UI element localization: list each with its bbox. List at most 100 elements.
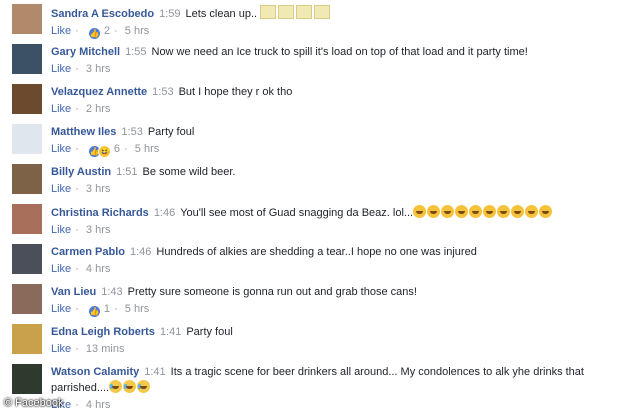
avatar[interactable] bbox=[12, 44, 42, 74]
comment-time[interactable]: 1:53 bbox=[121, 126, 142, 138]
avatar[interactable] bbox=[12, 84, 42, 114]
comment-time[interactable]: 1:53 bbox=[152, 86, 173, 98]
comment-item: Velazquez Annette 1:53 But I hope they r o… bbox=[0, 80, 620, 120]
comment-age: 3 hrs bbox=[85, 224, 111, 236]
like-link[interactable]: Like bbox=[51, 143, 71, 155]
avatar-image bbox=[12, 324, 42, 354]
comment-list: Sandra A Escobedo 1:59 Lets clean up.. Lik… bbox=[0, 0, 620, 415]
watermark: © Facebook bbox=[4, 397, 64, 409]
comment-time[interactable]: 1:59 bbox=[159, 8, 180, 20]
comment-time[interactable]: 1:41 bbox=[160, 326, 181, 338]
like-link[interactable]: Like bbox=[51, 224, 71, 236]
comment-body: Matthew Iles 1:53 Party foul Like · 👍😆 6 · 5 … bbox=[51, 125, 610, 158]
comment-body: Edna Leigh Roberts 1:41 Party foul Like · 1… bbox=[51, 325, 610, 356]
reaction-count: 1 bbox=[103, 303, 111, 315]
comment-meta: Like · 4 hrs bbox=[51, 263, 111, 275]
comment-body: Watson Calamity 1:41 Its a tragic scene fo… bbox=[51, 365, 610, 412]
laughing-emoji-icon bbox=[413, 205, 553, 219]
comment-time[interactable]: 1:55 bbox=[125, 46, 146, 58]
commenter-name[interactable]: Sandra A Escobedo bbox=[51, 8, 154, 20]
crying-emoji-icon bbox=[109, 380, 151, 394]
avatar-image bbox=[12, 204, 42, 234]
comment-item: Watson Calamity 1:41 Its a tragic scene fo… bbox=[0, 360, 620, 415]
comment-body: Christina Richards 1:46 You'll see most of… bbox=[51, 205, 610, 237]
comment-meta: Like · 2 hrs bbox=[51, 103, 111, 115]
comment-meta: Like · 13 mins bbox=[51, 343, 125, 355]
comment-time[interactable]: 1:51 bbox=[116, 166, 137, 178]
comment-meta: Like · 3 hrs bbox=[51, 224, 111, 236]
comment-meta: Like · 4 hrs bbox=[51, 399, 111, 411]
comment-item: Sandra A Escobedo 1:59 Lets clean up.. Lik… bbox=[0, 0, 620, 40]
avatar[interactable] bbox=[12, 124, 42, 154]
comment-text: Pretty sure someone is gonna run out and… bbox=[127, 286, 417, 298]
avatar-image bbox=[12, 164, 42, 194]
avatar[interactable] bbox=[12, 164, 42, 194]
like-link[interactable]: Like bbox=[51, 263, 71, 275]
avatar-image bbox=[12, 124, 42, 154]
comment-item: Billy Austin 1:51 Be some wild beer. Like ·… bbox=[0, 160, 620, 200]
comment-time[interactable]: 1:43 bbox=[101, 286, 122, 298]
commenter-name[interactable]: Carmen Pablo bbox=[51, 246, 125, 258]
comment-text: Lets clean up.. bbox=[185, 8, 258, 20]
avatar[interactable] bbox=[12, 4, 42, 34]
commenter-name[interactable]: Christina Richards bbox=[51, 207, 149, 219]
comment-item: Edna Leigh Roberts 1:41 Party foul Like · 1… bbox=[0, 320, 620, 360]
comment-time[interactable]: 1:46 bbox=[130, 246, 151, 258]
comment-text: You'll see most of Guad snagging da Beaz… bbox=[180, 207, 414, 219]
reaction-summary[interactable]: 👍 bbox=[87, 304, 101, 318]
comment-body: Van Lieu 1:43 Pretty sure someone is gonna… bbox=[51, 285, 610, 318]
commenter-name[interactable]: Gary Mitchell bbox=[51, 46, 120, 58]
comment-body: Billy Austin 1:51 Be some wild beer. Like ·… bbox=[51, 165, 610, 196]
avatar[interactable] bbox=[12, 364, 42, 394]
reaction-count: 2 bbox=[103, 25, 111, 37]
like-link[interactable]: Like bbox=[51, 303, 71, 315]
commenter-name[interactable]: Velazquez Annette bbox=[51, 86, 147, 98]
reaction-count: 6 bbox=[113, 143, 121, 155]
comment-item: Van Lieu 1:43 Pretty sure someone is gonna… bbox=[0, 280, 620, 320]
comment-text: Now we need an Ice truck to spill it's l… bbox=[151, 46, 528, 58]
avatar[interactable] bbox=[12, 284, 42, 314]
commenter-name[interactable]: Van Lieu bbox=[51, 286, 96, 298]
avatar[interactable] bbox=[12, 244, 42, 274]
like-reaction-icon: 👍 bbox=[87, 305, 101, 318]
avatar-image bbox=[12, 284, 42, 314]
comment-meta: Like · 👍😆 6 · 5 hrs bbox=[51, 143, 160, 158]
like-link[interactable]: Like bbox=[51, 343, 71, 355]
comment-text: But I hope they r ok tho bbox=[178, 86, 293, 98]
comment-body: Velazquez Annette 1:53 But I hope they r o… bbox=[51, 85, 610, 116]
comment-body: Sandra A Escobedo 1:59 Lets clean up.. Lik… bbox=[51, 5, 610, 40]
comment-time[interactable]: 1:46 bbox=[154, 207, 175, 219]
comment-age: 4 hrs bbox=[85, 263, 111, 275]
comment-meta: Like · 3 hrs bbox=[51, 183, 111, 195]
like-link[interactable]: Like bbox=[51, 63, 71, 75]
comment-item: Carmen Pablo 1:46 Hundreds of alkies are s… bbox=[0, 240, 620, 280]
commenter-name[interactable]: Watson Calamity bbox=[51, 366, 139, 378]
reaction-summary[interactable]: 👍😆 bbox=[87, 144, 111, 158]
comment-age: 13 mins bbox=[85, 343, 125, 355]
comment-body: Carmen Pablo 1:46 Hundreds of alkies are s… bbox=[51, 245, 610, 276]
comment-item: Matthew Iles 1:53 Party foul Like · 👍😆 6 · 5 … bbox=[0, 120, 620, 160]
commenter-name[interactable]: Billy Austin bbox=[51, 166, 111, 178]
comment-body: Gary Mitchell 1:55 Now we need an Ice truc… bbox=[51, 45, 610, 76]
comment-text: Party foul bbox=[147, 126, 195, 138]
comment-time[interactable]: 1:41 bbox=[144, 366, 165, 378]
comment-age: 3 hrs bbox=[85, 63, 111, 75]
comment-age: 4 hrs bbox=[85, 399, 111, 411]
commenter-name[interactable]: Matthew Iles bbox=[51, 126, 116, 138]
comment-item: Gary Mitchell 1:55 Now we need an Ice truc… bbox=[0, 40, 620, 80]
reaction-summary[interactable]: 👍 bbox=[87, 26, 101, 40]
comment-age: 3 hrs bbox=[85, 183, 111, 195]
comment-text: Party foul bbox=[186, 326, 233, 338]
comment-meta: Like · 👍 2 · 5 hrs bbox=[51, 25, 150, 40]
avatar[interactable] bbox=[12, 204, 42, 234]
like-link[interactable]: Like bbox=[51, 183, 71, 195]
like-link[interactable]: Like bbox=[51, 103, 71, 115]
comment-age: 5 hrs bbox=[124, 25, 150, 37]
commenter-name[interactable]: Edna Leigh Roberts bbox=[51, 326, 155, 338]
comment-meta: Like · 👍 1 · 5 hrs bbox=[51, 303, 150, 318]
emoji-label bbox=[260, 5, 332, 20]
comment-age: 2 hrs bbox=[85, 103, 111, 115]
comment-text: Be some wild beer. bbox=[142, 166, 236, 178]
like-link[interactable]: Like bbox=[51, 25, 71, 37]
avatar[interactable] bbox=[12, 324, 42, 354]
